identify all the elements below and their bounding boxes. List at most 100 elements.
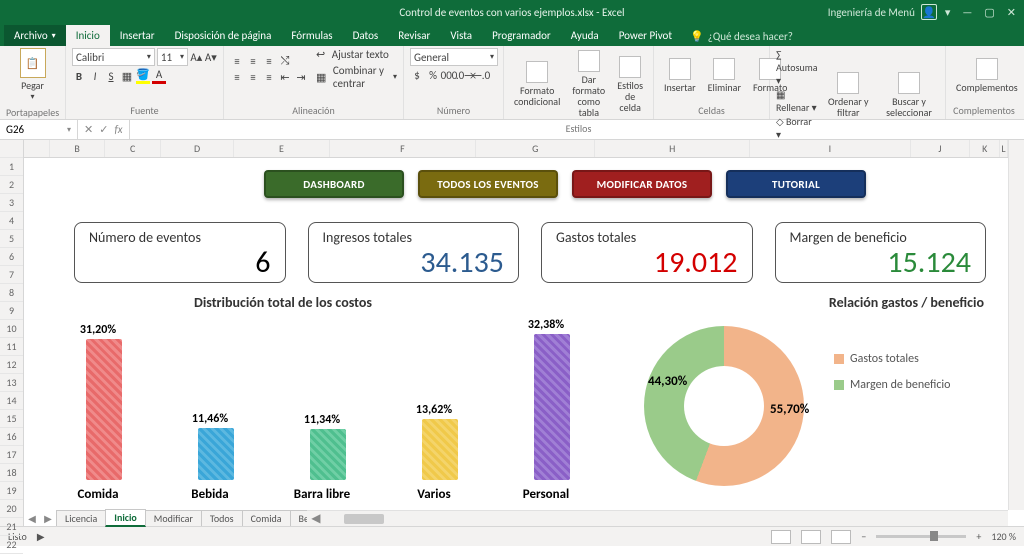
col-header[interactable]: F — [330, 140, 477, 157]
row-header[interactable]: 3 — [0, 194, 23, 212]
conditional-formatting-button[interactable]: Formato condicional — [510, 59, 564, 109]
font-size-combo[interactable]: 11▾ — [157, 48, 188, 66]
addins-button[interactable]: Complementos — [952, 56, 1022, 95]
row-header[interactable]: 12 — [0, 356, 23, 374]
row-header[interactable]: 16 — [0, 428, 23, 446]
format-as-table-button[interactable]: Dar formato como tabla — [568, 48, 609, 120]
name-box[interactable]: G26▾ — [0, 120, 78, 139]
col-header[interactable]: D — [161, 140, 234, 157]
tab-inicio[interactable]: Inicio — [66, 25, 110, 46]
row-header[interactable]: 20 — [0, 500, 23, 518]
row-header[interactable]: 2 — [0, 176, 23, 194]
decrease-font-icon[interactable]: A▾ — [205, 50, 217, 64]
tab-vista[interactable]: Vista — [440, 25, 482, 46]
increase-font-icon[interactable]: A▴ — [190, 50, 202, 64]
orientation-icon[interactable]: ⤭ — [278, 54, 292, 68]
align-left-icon[interactable]: ≡ — [230, 70, 244, 84]
horizontal-scrollbar[interactable]: ◀ — [307, 510, 1008, 526]
nav-dashboard-button[interactable]: DASHBOARD — [264, 170, 404, 198]
cell-styles-button[interactable]: Estilos de celda — [613, 54, 647, 115]
col-header[interactable]: C — [105, 140, 161, 157]
italic-button[interactable]: I — [88, 69, 102, 83]
row-header[interactable]: 22 — [0, 536, 23, 554]
wrap-text-button[interactable]: ↩ Ajustar texto — [316, 48, 397, 61]
row-header[interactable]: 9 — [0, 302, 23, 320]
sheet-tab-licencia[interactable]: Licencia — [56, 510, 106, 526]
sheet-canvas[interactable]: DASHBOARD TODOS LOS EVENTOS MODIFICAR DA… — [24, 158, 1008, 510]
col-header[interactable]: I — [750, 140, 911, 157]
row-header[interactable]: 21 — [0, 518, 23, 536]
thousands-icon[interactable]: 000 — [442, 68, 456, 82]
tab-powerpivot[interactable]: Power Pivot — [609, 25, 682, 46]
align-right-icon[interactable]: ≡ — [262, 70, 276, 84]
view-normal-button[interactable] — [771, 530, 791, 544]
tab-revisar[interactable]: Revisar — [388, 25, 440, 46]
col-header[interactable] — [24, 140, 50, 157]
find-select-button[interactable]: Buscar y seleccionar — [879, 70, 939, 120]
nav-tutorial-button[interactable]: TUTORIAL — [726, 170, 866, 198]
col-header[interactable]: J — [911, 140, 971, 157]
maximize-icon[interactable]: ▢ — [984, 6, 994, 19]
row-header[interactable]: 8 — [0, 284, 23, 302]
row-header[interactable]: 18 — [0, 464, 23, 482]
row-header[interactable]: 4 — [0, 212, 23, 230]
paste-icon[interactable]: 📋 — [20, 48, 46, 78]
col-header[interactable]: G — [476, 140, 595, 157]
indent-increase-icon[interactable]: ⇥ — [294, 70, 308, 84]
row-header[interactable]: 7 — [0, 266, 23, 284]
sheet-tab-comida[interactable]: Comida — [242, 510, 291, 526]
clear-button[interactable]: ◇ Borrar ▾ — [776, 115, 818, 141]
row-headers[interactable]: 12345678910111213141516171819202122 — [0, 140, 24, 526]
vertical-scrollbar[interactable] — [1008, 140, 1024, 510]
view-pagebreak-button[interactable] — [831, 530, 851, 544]
fx-icon[interactable]: fx — [114, 123, 122, 136]
sheet-nav-prev[interactable]: ◀ — [24, 512, 40, 525]
nav-modificar-button[interactable]: MODIFICAR DATOS — [572, 170, 712, 198]
sheet-tab-modificar[interactable]: Modificar — [145, 510, 202, 526]
paste-button[interactable]: Pegar▾ — [17, 78, 48, 104]
enter-formula-icon[interactable]: ✓ — [99, 123, 108, 136]
align-top-icon[interactable]: ≡ — [230, 54, 244, 68]
align-center-icon[interactable]: ≡ — [246, 70, 260, 84]
row-header[interactable]: 13 — [0, 374, 23, 392]
zoom-slider[interactable] — [876, 535, 966, 538]
column-headers[interactable]: BCDEFGHIJKL — [24, 140, 1008, 158]
number-format-combo[interactable]: General▾ — [410, 48, 498, 66]
cancel-formula-icon[interactable]: ✕ — [84, 123, 93, 136]
close-icon[interactable]: ✕ — [1007, 6, 1016, 19]
fill-button[interactable]: ▦ Rellenar ▾ — [776, 88, 818, 114]
tab-programador[interactable]: Programador — [482, 25, 561, 46]
row-header[interactable]: 17 — [0, 446, 23, 464]
indent-decrease-icon[interactable]: ⇤ — [278, 70, 292, 84]
bold-button[interactable]: B — [72, 69, 86, 83]
tab-formulas[interactable]: Fórmulas — [281, 25, 342, 46]
row-header[interactable]: 11 — [0, 338, 23, 356]
merge-center-button[interactable]: ▦ Combinar y centrar ▾ — [316, 64, 397, 90]
font-name-combo[interactable]: Calibri▾ — [72, 48, 155, 66]
zoom-out-button[interactable]: − — [861, 530, 866, 543]
row-header[interactable]: 5 — [0, 230, 23, 248]
increase-decimal-icon[interactable]: .0→ — [458, 68, 472, 82]
sort-filter-button[interactable]: Ordenar y filtrar — [824, 70, 874, 120]
decrease-decimal-icon[interactable]: ←.0 — [474, 68, 488, 82]
col-header[interactable]: E — [234, 140, 329, 157]
row-header[interactable]: 14 — [0, 392, 23, 410]
autosum-button[interactable]: ∑ Autosuma ▾ — [776, 48, 818, 87]
view-pagelayout-button[interactable] — [801, 530, 821, 544]
underline-button[interactable]: S — [104, 69, 118, 83]
delete-cells-button[interactable]: Eliminar — [704, 56, 745, 95]
col-header[interactable]: B — [50, 140, 106, 157]
sheet-tab-inicio[interactable]: Inicio — [105, 509, 146, 527]
col-header[interactable]: L — [1000, 140, 1008, 157]
row-header[interactable]: 15 — [0, 410, 23, 428]
font-color-button[interactable]: A — [152, 68, 166, 84]
zoom-in-button[interactable]: + — [976, 530, 981, 543]
row-header[interactable]: 19 — [0, 482, 23, 500]
nav-todos-button[interactable]: TODOS LOS EVENTOS — [418, 170, 558, 198]
insert-cells-button[interactable]: Insertar — [660, 56, 700, 95]
macro-record-icon[interactable]: ▶ — [37, 530, 45, 543]
account-area[interactable]: Ingeniería de Menú 👤 — [828, 4, 937, 20]
select-all-corner[interactable] — [0, 140, 23, 158]
currency-icon[interactable]: $ — [410, 68, 424, 82]
align-middle-icon[interactable]: ≡ — [246, 54, 260, 68]
